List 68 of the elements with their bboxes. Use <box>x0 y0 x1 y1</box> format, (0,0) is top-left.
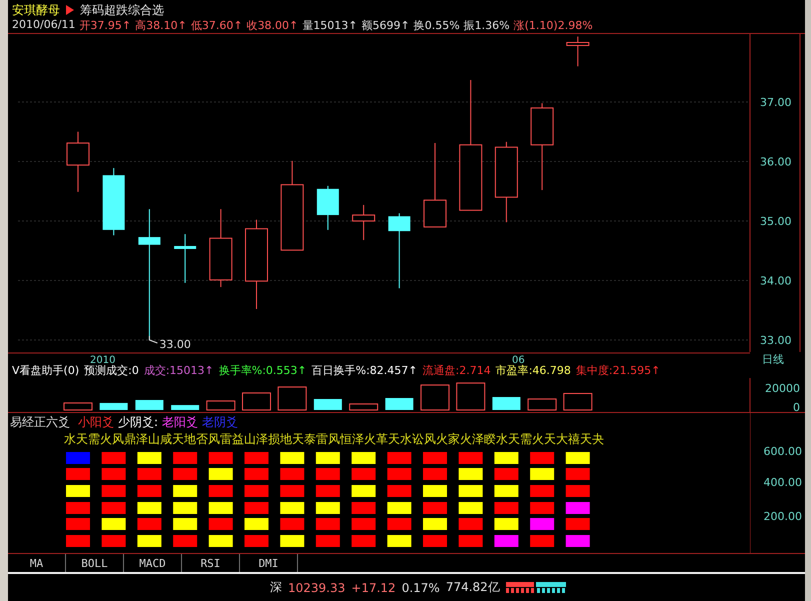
formula-name: 筹码超跌综合选 <box>80 2 164 18</box>
volume-bar <box>314 399 342 410</box>
volume-bar <box>492 397 520 410</box>
candlestick <box>174 234 196 284</box>
indicator-value: 换手率%:0.553↑ <box>218 364 307 378</box>
candlestick <box>352 204 376 241</box>
panel-title: 易经正六爻 <box>10 414 70 430</box>
volume-bar <box>563 392 592 410</box>
volume-bar <box>135 400 164 410</box>
triangle-icon <box>66 5 74 15</box>
stock-name: 安琪酵母 <box>12 2 60 18</box>
indicator-value: 成交:15013↑ <box>144 364 214 378</box>
low-price-label: 33.00 <box>159 338 191 351</box>
quote-field: 低37.60↑ <box>190 18 243 33</box>
legend-label: 少阴爻: <box>118 414 158 430</box>
candlestick <box>102 168 125 236</box>
indicator-value: 市盈率:46.798 <box>496 364 571 378</box>
legend-label: 小阳爻 <box>78 414 114 430</box>
quote-field: 收38.00↑ <box>246 18 298 33</box>
hexagram-names: 水天需火风鼎泽山咸天地否风雷益山泽损地天泰雷风恒泽火革天水讼风火家火泽睽水天需火天大禧天夬 <box>63 431 605 447</box>
indicator-value: V看盘助手(0) <box>12 364 80 378</box>
indicator-value: 百日换手%:82.457↑ <box>312 364 418 378</box>
volume-axis-label: 20000 <box>765 382 800 395</box>
quote-field: 涨(1.10)2.98% <box>514 18 593 33</box>
price-axis-label: 33.00 <box>760 334 792 347</box>
price-axis-label: 37.00 <box>760 96 792 109</box>
legend-label: 老阳爻 <box>162 414 198 430</box>
volume-bar <box>278 386 307 410</box>
index-value: 10239.33 <box>288 580 346 594</box>
candlestick <box>566 36 590 67</box>
market-label: 深 <box>270 579 282 596</box>
date-axis-label: 2010 <box>90 355 116 364</box>
leader-line <box>148 336 158 344</box>
quote-field: 量15013↑ <box>302 18 358 33</box>
volume-axis-label: 0 <box>793 401 800 412</box>
market-breadth-icon <box>506 582 566 594</box>
volume-bar <box>456 382 486 410</box>
quote-field: 高38.10↑ <box>135 18 187 33</box>
candlestick <box>66 131 90 192</box>
index-percent: 0.17% <box>402 580 440 594</box>
quote-field: 开37.95↑ <box>79 18 132 33</box>
turnover-value: 774.82亿 <box>446 579 500 596</box>
price-axis-label: 34.00 <box>760 274 792 288</box>
volume-bar <box>385 398 414 410</box>
volume-bar <box>242 392 271 410</box>
index-change: +17.12 <box>351 580 396 594</box>
volume-bar <box>100 402 128 410</box>
candlestick <box>316 185 339 230</box>
volume-bar <box>64 402 92 410</box>
price-axis-label: 36.00 <box>760 156 792 168</box>
volume-bar <box>349 403 378 410</box>
price-axis-label: 35.00 <box>760 215 792 228</box>
indicator-value: 预测成交:0 <box>84 364 139 378</box>
date-axis-label: 06 <box>512 355 525 364</box>
quote-field: 额5699↑ <box>362 18 410 33</box>
yao-axis-label: 200.00 <box>764 510 802 523</box>
yao-axis-label: 600.00 <box>764 445 802 458</box>
yao-axis-label: 400.00 <box>764 476 802 489</box>
indicator-value: 流通盘:2.714 <box>422 364 491 378</box>
quote-field: 振1.36% <box>464 18 510 33</box>
volume-bar <box>420 384 450 410</box>
quote-field: 换0.55% <box>414 18 460 33</box>
volume-bar <box>206 400 236 410</box>
quote-field: 2010/06/11 <box>12 18 76 33</box>
volume-bar <box>528 398 557 410</box>
indicator-value: 集中度:21.595↑ <box>576 364 660 378</box>
volume-bar <box>171 405 200 410</box>
legend-label: 老阴爻 <box>202 414 238 430</box>
